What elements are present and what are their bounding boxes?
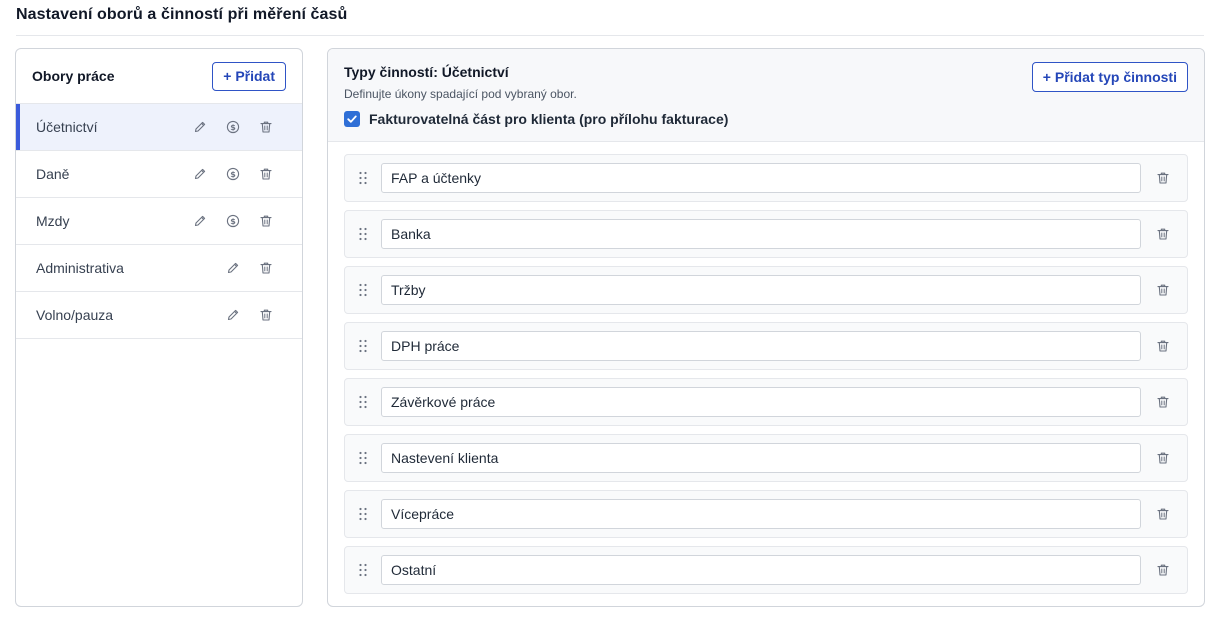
drag-handle-icon[interactable]: [345, 491, 381, 537]
activity-row: [344, 322, 1188, 370]
activity-name-input[interactable]: [381, 331, 1141, 361]
work-area-item[interactable]: Účetnictví $: [16, 104, 302, 151]
svg-text:$: $: [230, 170, 236, 179]
billable-label: Fakturovatelná část pro klienta (pro pří…: [369, 111, 729, 127]
trash-icon[interactable]: [249, 117, 282, 137]
work-area-actions: $: [183, 211, 302, 231]
drag-handle-icon[interactable]: [345, 211, 381, 257]
pencil-icon[interactable]: [183, 164, 216, 184]
trash-icon[interactable]: [1151, 390, 1175, 414]
activity-types-header: Typy činností: Účetnictví Definujte úkon…: [328, 49, 1204, 142]
activity-row: [344, 154, 1188, 202]
activity-name-input[interactable]: [381, 163, 1141, 193]
activity-name-input[interactable]: [381, 555, 1141, 585]
svg-text:$: $: [230, 123, 236, 132]
activity-name-input[interactable]: [381, 499, 1141, 529]
work-areas-title: Obory práce: [32, 68, 115, 84]
work-area-label: Účetnictví: [36, 119, 98, 135]
activity-types-panel: Typy činností: Účetnictví Definujte úkon…: [327, 48, 1205, 607]
trash-icon[interactable]: [1151, 558, 1175, 582]
work-area-item[interactable]: Daně $: [16, 151, 302, 198]
activity-row: [344, 490, 1188, 538]
trash-icon[interactable]: [249, 211, 282, 231]
billable-checkbox[interactable]: [344, 111, 360, 127]
activity-types-title: Typy činností: Účetnictví: [344, 64, 509, 80]
activity-name-input[interactable]: [381, 275, 1141, 305]
activity-name-input[interactable]: [381, 443, 1141, 473]
work-area-item[interactable]: Volno/pauza: [16, 292, 302, 339]
billable-option: Fakturovatelná část pro klienta (pro pří…: [344, 111, 728, 127]
work-areas-header: Obory práce + Přidat: [16, 49, 302, 104]
pencil-icon[interactable]: [216, 258, 249, 278]
trash-icon[interactable]: [249, 305, 282, 325]
trash-icon[interactable]: [1151, 166, 1175, 190]
dollar-circle-icon[interactable]: $: [216, 211, 249, 231]
dollar-circle-icon[interactable]: $: [216, 164, 249, 184]
activity-row: [344, 434, 1188, 482]
work-area-label: Volno/pauza: [36, 307, 114, 323]
trash-icon[interactable]: [1151, 278, 1175, 302]
trash-icon[interactable]: [249, 164, 282, 184]
activity-row: [344, 546, 1188, 594]
pencil-icon[interactable]: [183, 211, 216, 231]
activity-row: [344, 378, 1188, 426]
work-area-actions: [216, 258, 302, 278]
work-area-label: Daně: [36, 166, 70, 182]
activity-name-input[interactable]: [381, 219, 1141, 249]
work-area-actions: $: [183, 117, 302, 137]
work-area-label: Mzdy: [36, 213, 70, 229]
work-area-actions: $: [183, 164, 302, 184]
trash-icon[interactable]: [1151, 334, 1175, 358]
trash-icon[interactable]: [1151, 502, 1175, 526]
drag-handle-icon[interactable]: [345, 547, 381, 593]
work-area-actions: [216, 305, 302, 325]
activity-types-subtitle: Definujte úkony spadající pod vybraný ob…: [344, 87, 577, 101]
add-work-area-button[interactable]: + Přidat: [212, 61, 286, 91]
trash-icon[interactable]: [249, 258, 282, 278]
work-areas-panel: Obory práce + Přidat Účetnictví $ Daně $ Mzd…: [15, 48, 303, 607]
activity-row: [344, 266, 1188, 314]
pencil-icon[interactable]: [216, 305, 249, 325]
activity-name-input[interactable]: [381, 387, 1141, 417]
drag-handle-icon[interactable]: [345, 435, 381, 481]
work-area-label: Administrativa: [36, 260, 124, 276]
activity-row: [344, 210, 1188, 258]
page-title: Nastavení oborů a činností při měření ča…: [16, 6, 348, 23]
activity-list: [344, 154, 1188, 602]
svg-text:$: $: [230, 217, 236, 226]
drag-handle-icon[interactable]: [345, 323, 381, 369]
title-divider: [16, 35, 1204, 36]
work-area-item[interactable]: Mzdy $: [16, 198, 302, 245]
work-area-item[interactable]: Administrativa: [16, 245, 302, 292]
trash-icon[interactable]: [1151, 222, 1175, 246]
dollar-circle-icon[interactable]: $: [216, 117, 249, 137]
drag-handle-icon[interactable]: [345, 155, 381, 201]
drag-handle-icon[interactable]: [345, 267, 381, 313]
work-areas-list: Účetnictví $ Daně $ Mzdy $ Administrativa Volno…: [16, 104, 302, 339]
drag-handle-icon[interactable]: [345, 379, 381, 425]
pencil-icon[interactable]: [183, 117, 216, 137]
add-activity-type-button[interactable]: + Přidat typ činnosti: [1031, 62, 1188, 92]
trash-icon[interactable]: [1151, 446, 1175, 470]
checkmark-icon: [347, 115, 357, 123]
